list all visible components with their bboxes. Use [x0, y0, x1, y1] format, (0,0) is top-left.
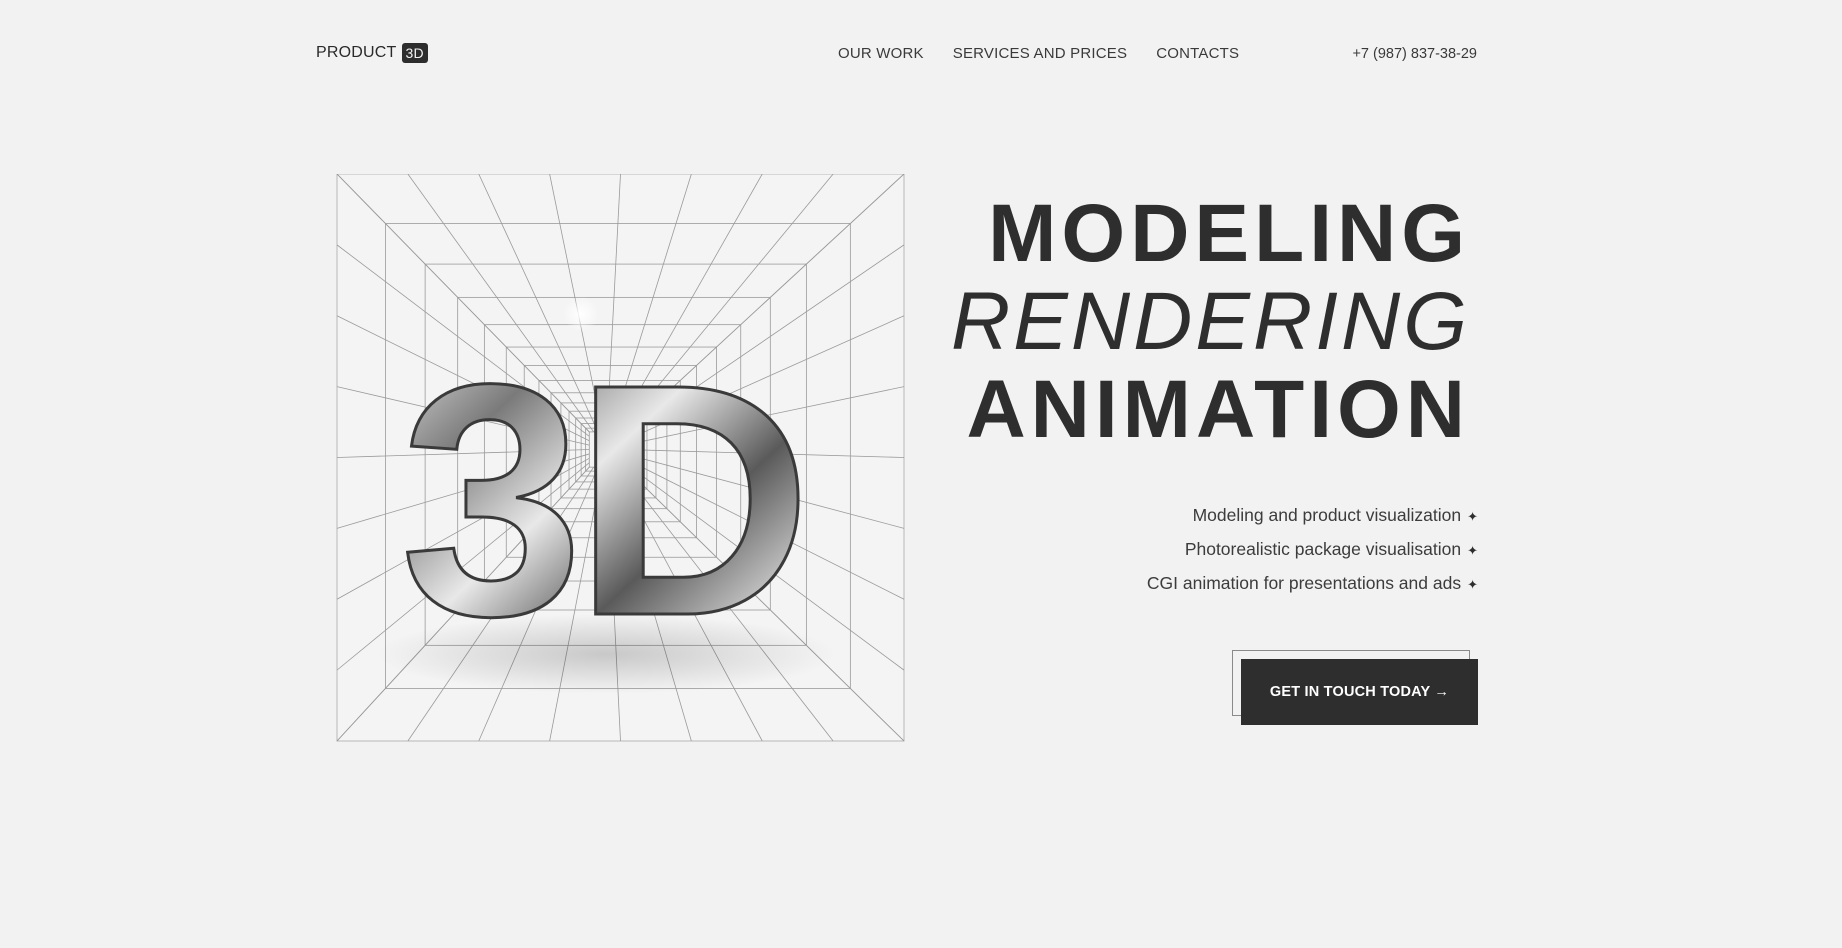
sparkle-icon: ✦: [1467, 543, 1478, 558]
list-item: CGI animation for presentations and ads ✦: [1147, 571, 1478, 605]
nav-link-contacts[interactable]: CONTACTS: [1156, 45, 1239, 62]
cta-container: GET IN TOUCH TODAY →: [1232, 650, 1478, 726]
logo[interactable]: PRODUCT 3D: [316, 43, 428, 63]
hero-headline: MODELING RENDERING ANIMATION: [951, 190, 1470, 454]
hero-3d-image: 3D: [316, 174, 905, 742]
service-label: Modeling and product visualization: [1192, 505, 1462, 525]
main-nav: OUR WORK SERVICES AND PRICES CONTACTS: [838, 45, 1239, 62]
service-label: Photorealistic package visualisation: [1184, 539, 1462, 559]
cta-label: GET IN TOUCH TODAY: [1269, 684, 1431, 700]
nav-link-our-work[interactable]: OUR WORK: [838, 45, 924, 62]
landing-page: PRODUCT 3D OUR WORK SERVICES AND PRICES …: [0, 0, 1842, 948]
list-item: Photorealistic package visualisation ✦: [1147, 537, 1478, 571]
nav-link-services-and-prices[interactable]: SERVICES AND PRICES: [953, 45, 1127, 62]
services-list: Modeling and product visualization ✦ Phot…: [1147, 503, 1478, 605]
headline-modeling: MODELING: [988, 188, 1470, 279]
get-in-touch-button[interactable]: GET IN TOUCH TODAY →: [1241, 659, 1478, 725]
sparkle-icon: ✦: [1467, 509, 1478, 524]
arrow-right-icon: →: [1434, 684, 1450, 700]
phone-link[interactable]: +7 (987) 837-38-29: [1352, 46, 1477, 62]
service-label: CGI animation for presentations and ads: [1146, 573, 1462, 593]
sparkle-icon: ✦: [1467, 577, 1478, 592]
list-item: Modeling and product visualization ✦: [1147, 503, 1478, 537]
logo-badge: 3D: [401, 43, 428, 63]
chrome-3d-letters: 3D: [400, 315, 802, 684]
logo-text: PRODUCT: [316, 44, 397, 61]
headline-rendering: RENDERING: [950, 276, 1470, 367]
headline-animation: ANIMATION: [966, 364, 1470, 455]
